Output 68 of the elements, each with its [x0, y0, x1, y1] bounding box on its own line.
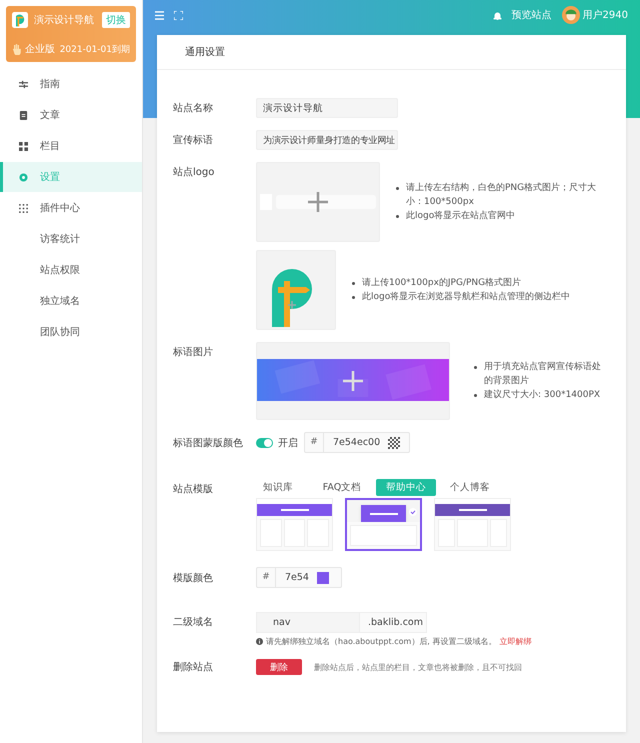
field-label: 站点logo — [173, 166, 216, 179]
transparent-swatch — [388, 436, 400, 448]
toggle-label: 开启 — [278, 436, 298, 450]
field-label: 标语图片 — [173, 346, 214, 359]
document-icon — [19, 110, 28, 120]
edition-label: 企业版 — [25, 42, 56, 56]
apps-icon — [19, 204, 28, 212]
field-label: 二级域名 — [173, 616, 214, 629]
template-thumbnail[interactable] — [345, 498, 422, 551]
sidebar-item[interactable]: 指南 — [0, 69, 142, 99]
sliders-icon — [19, 80, 28, 88]
domain-suffix: .baklib.com — [360, 612, 427, 633]
delete-note: 删除站点后，站点里的栏目，文章也将被删除，且不可找回 — [314, 662, 522, 672]
bullet-icon — [352, 296, 355, 299]
check-icon — [409, 508, 417, 516]
toggle-switch[interactable] — [256, 438, 273, 448]
plus-icon — [308, 192, 328, 212]
tip-text: 建议尺寸大小: 300*1400PX — [484, 388, 600, 402]
sidebar-item[interactable]: 团队协同 — [0, 317, 142, 347]
delete-button[interactable]: 删除 — [256, 659, 302, 675]
bullet-icon — [396, 215, 399, 218]
sidebar-item[interactable]: 访客统计 — [0, 224, 142, 254]
sidebar-item[interactable]: 文章 — [0, 100, 142, 130]
sidebar-item[interactable]: 插件中心 — [0, 193, 142, 223]
avatar-icon[interactable] — [562, 6, 580, 24]
tip-text: 请上传左右结构，白色的PNG格式图片；尺寸大小：100*500px — [406, 182, 598, 209]
field-label: 站点名称 — [173, 102, 214, 115]
sidebar-item[interactable]: 独立域名 — [0, 286, 142, 316]
color-field[interactable]: # 7e54 — [256, 567, 342, 588]
field-label: 模版颜色 — [173, 572, 214, 584]
upload-box[interactable] — [256, 342, 450, 420]
color-field[interactable]: # 7e54ec00 — [304, 432, 410, 453]
hint-text: 请先解绑独立域名（hao.aboutppt.com）后, 再设置二级域名。 — [266, 636, 496, 647]
plus-icon — [343, 371, 363, 391]
logo-icon — [12, 12, 28, 28]
bell-icon[interactable] — [492, 10, 502, 20]
template-tab[interactable]: 个人博客 — [440, 479, 500, 496]
input-field[interactable]: 演示设计导航 — [256, 98, 398, 118]
fullscreen-icon[interactable] — [174, 10, 183, 20]
field-label: 标语图蒙版颜色 — [173, 436, 244, 450]
settings-icon — [19, 172, 28, 182]
field-label: 宣传标语 — [173, 134, 214, 147]
field-label: 站点模版 — [173, 482, 214, 496]
upload-box[interactable] — [256, 250, 336, 330]
sidebar-item[interactable]: 栏目 — [0, 131, 142, 161]
expiry-date: 2021-01-01到期 — [60, 44, 130, 56]
info-icon — [256, 638, 263, 645]
bullet-icon — [352, 282, 355, 285]
card-title: 通用设置 — [157, 35, 626, 70]
sidebar-item[interactable]: 站点权限 — [0, 255, 142, 285]
template-tab[interactable]: FAQ文档 — [312, 479, 372, 496]
bullet-icon — [474, 366, 477, 369]
bullet-icon — [396, 187, 399, 190]
menu-icon[interactable] — [155, 10, 164, 20]
site-name: 演示设计导航 — [34, 14, 95, 27]
tip-text: 请上传100*100px的JPG/PNG格式图片 — [362, 276, 522, 290]
tip-text: 此logo将显示在站点官网中 — [406, 210, 516, 223]
input-field[interactable]: 为演示设计师量身打造的专业网址 — [256, 130, 398, 150]
hand-icon — [12, 44, 21, 54]
color-swatch — [316, 572, 329, 584]
template-tab[interactable]: 知识库 — [248, 479, 308, 496]
subdomain-field[interactable]: nav — [256, 612, 360, 633]
tip-text: 此logo将显示在浏览器导航栏和站点管理的侧边栏中 — [362, 290, 570, 304]
grid-icon — [19, 142, 28, 150]
bullet-icon — [474, 394, 477, 397]
field-label: 删除站点 — [173, 660, 214, 674]
unbind-link[interactable]: 立即解绑 — [499, 636, 532, 647]
tip-text: 用于填充站点官网宣传标语处的背景图片 — [484, 360, 602, 388]
